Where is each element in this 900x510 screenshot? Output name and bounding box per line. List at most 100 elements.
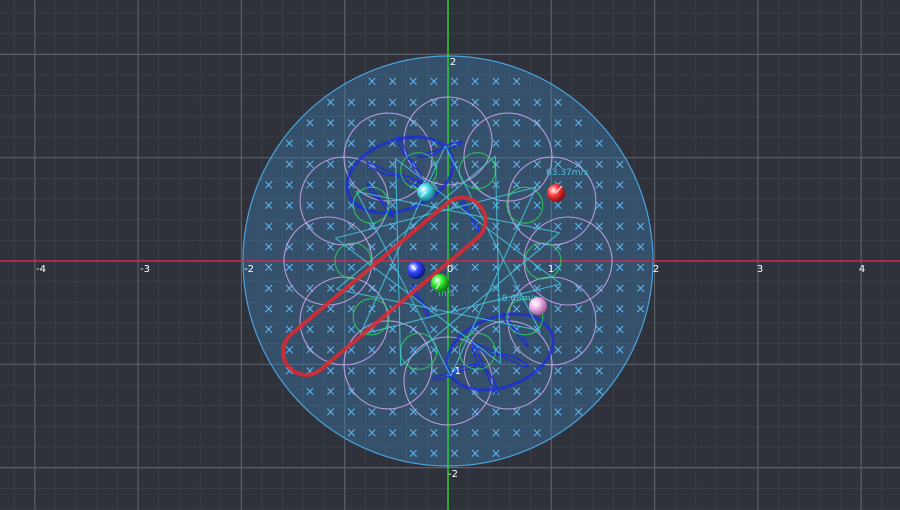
field-cross-mark: × (614, 240, 625, 255)
field-cross-mark: × (490, 116, 501, 131)
field-cross-mark: × (325, 405, 336, 420)
field-cross-mark: × (511, 116, 522, 131)
field-cross-mark: × (428, 75, 439, 90)
field-cross-mark: × (305, 240, 316, 255)
field-cross-mark: × (325, 137, 336, 152)
field-cross-mark: × (594, 240, 605, 255)
physics-canvas[interactable]: × × × × × × × × × × × × × × × × × × × × × × × × × × × × × × × × × × × × × × × ×… (0, 0, 900, 510)
field-cross-mark: × (594, 157, 605, 172)
field-cross-mark: × (573, 199, 584, 214)
particle-red[interactable] (547, 184, 565, 202)
field-cross-mark: × (346, 364, 357, 379)
field-cross-mark: × (387, 343, 398, 358)
field-cross-mark: × (263, 240, 274, 255)
field-cross-mark: × (470, 261, 481, 276)
field-cross-mark: × (325, 116, 336, 131)
x-tick-neg2: -2 (244, 264, 254, 275)
field-cross-mark: × (387, 219, 398, 234)
field-cross-mark: × (635, 302, 646, 317)
field-cross-mark: × (367, 364, 378, 379)
field-cross-mark: × (428, 116, 439, 131)
field-cross-mark: × (470, 281, 481, 296)
field-cross-mark: × (635, 219, 646, 234)
field-cross-mark: × (428, 405, 439, 420)
field-cross-mark: × (325, 178, 336, 193)
field-cross-mark: × (305, 343, 316, 358)
field-cross-mark: × (346, 116, 357, 131)
field-cross-mark: × (594, 281, 605, 296)
field-cross-mark: × (490, 447, 501, 462)
field-cross-mark: × (325, 323, 336, 338)
particle-cyan[interactable] (417, 183, 435, 201)
field-cross-mark: × (573, 261, 584, 276)
field-cross-mark: × (367, 95, 378, 110)
field-cross-mark: × (490, 75, 501, 90)
field-cross-mark: × (614, 323, 625, 338)
field-cross-mark: × (346, 385, 357, 400)
field-cross-mark: × (614, 343, 625, 358)
field-cross-mark: × (387, 75, 398, 90)
field-cross-mark: × (449, 405, 460, 420)
field-cross-mark: × (367, 385, 378, 400)
field-cross-mark: × (552, 385, 563, 400)
field-cross-mark: × (387, 405, 398, 420)
field-cross-mark: × (367, 426, 378, 441)
field-cross-mark: × (449, 116, 460, 131)
field-cross-mark: × (408, 343, 419, 358)
field-cross-mark: × (614, 302, 625, 317)
inner-tick-neg1: -1 (451, 366, 461, 377)
field-cross-mark: × (614, 199, 625, 214)
field-cross-mark: × (305, 385, 316, 400)
field-cross-mark: × (511, 137, 522, 152)
field-cross-mark: × (305, 323, 316, 338)
field-cross-mark: × (325, 219, 336, 234)
field-cross-mark: × (511, 75, 522, 90)
particle-pink[interactable] (529, 297, 547, 315)
field-cross-mark: × (325, 199, 336, 214)
field-cross-mark: × (408, 364, 419, 379)
field-cross-mark: × (263, 261, 274, 276)
field-cross-mark: × (367, 75, 378, 90)
field-cross-mark: × (428, 426, 439, 441)
field-cross-mark: × (614, 281, 625, 296)
field-cross-mark: × (284, 219, 295, 234)
field-cross-mark: × (511, 426, 522, 441)
field-cross-mark: × (305, 137, 316, 152)
field-cross-mark: × (263, 219, 274, 234)
field-cross-mark: × (511, 95, 522, 110)
field-cross-mark: × (573, 116, 584, 131)
field-cross-mark: × (325, 385, 336, 400)
field-cross-mark: × (594, 137, 605, 152)
field-cross-mark: × (428, 447, 439, 462)
field-cross-mark: × (573, 405, 584, 420)
field-cross-mark: × (387, 364, 398, 379)
field-cross-mark: × (449, 75, 460, 90)
field-cross-mark: × (346, 426, 357, 441)
field-cross-mark: × (408, 240, 419, 255)
field-cross-mark: × (614, 219, 625, 234)
x-tick-3: 3 (757, 264, 763, 275)
field-cross-mark: × (552, 364, 563, 379)
field-cross-mark: × (305, 116, 316, 131)
field-cross-mark: × (263, 302, 274, 317)
field-cross-mark: × (470, 75, 481, 90)
field-cross-mark: × (594, 343, 605, 358)
origin-tick: 0 (447, 264, 453, 275)
field-cross-mark: × (594, 261, 605, 276)
field-cross-mark: × (532, 137, 543, 152)
field-cross-mark: × (449, 385, 460, 400)
field-cross-mark: × (263, 281, 274, 296)
field-cross-mark: × (470, 95, 481, 110)
field-cross-mark: × (263, 178, 274, 193)
field-cross-mark: × (408, 137, 419, 152)
particle-green[interactable] (431, 274, 449, 292)
field-cross-mark: × (511, 385, 522, 400)
field-cross-mark: × (325, 261, 336, 276)
field-cross-mark: × (263, 323, 274, 338)
field-cross-mark: × (284, 240, 295, 255)
field-cross-mark: × (552, 95, 563, 110)
particle-blue[interactable] (407, 261, 425, 279)
field-cross-mark: × (346, 95, 357, 110)
field-cross-mark: × (573, 323, 584, 338)
field-cross-mark: × (387, 323, 398, 338)
